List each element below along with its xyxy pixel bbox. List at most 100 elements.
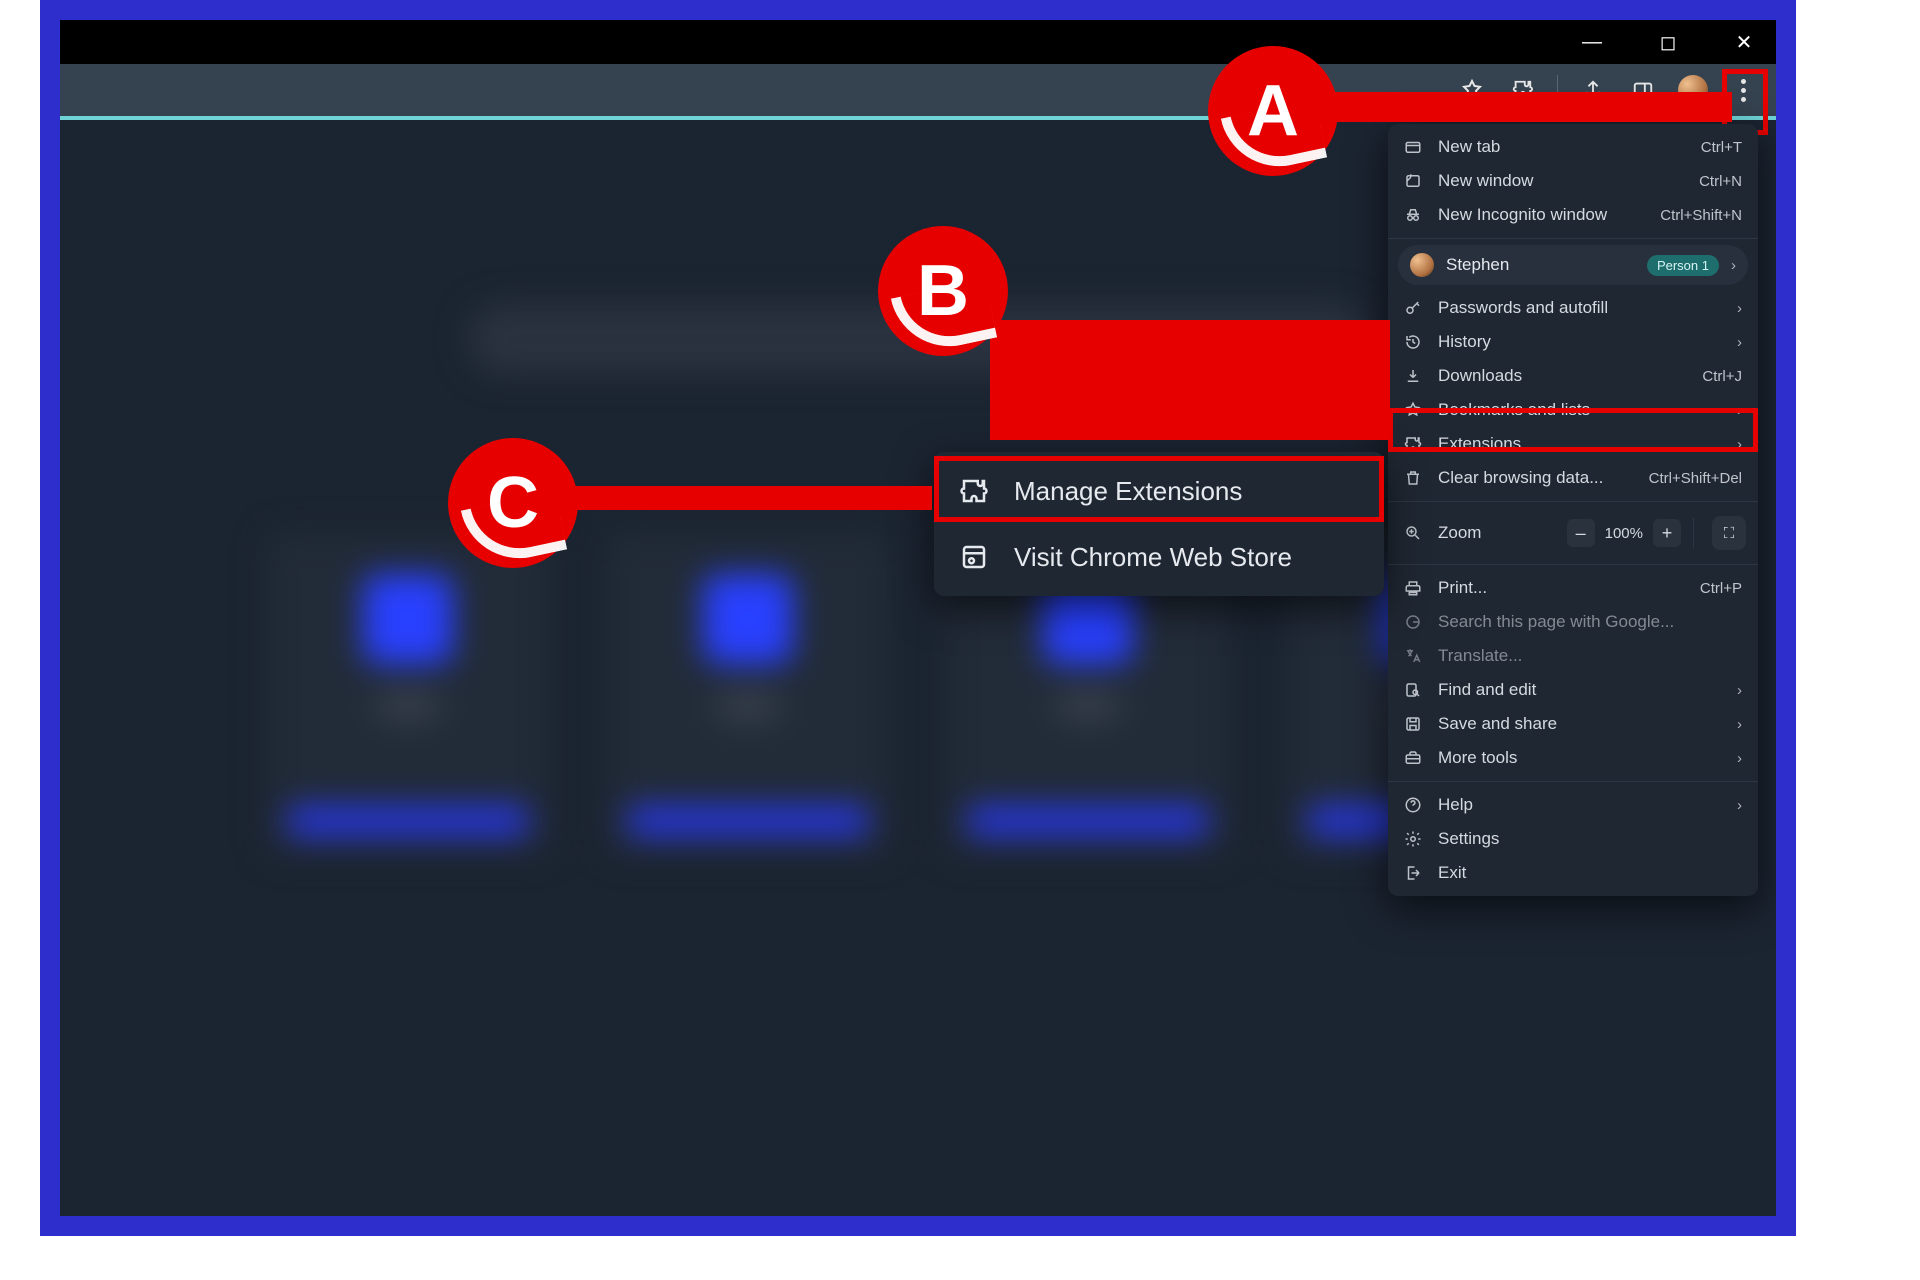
help-icon	[1402, 794, 1424, 816]
submenu-web-store[interactable]: Visit Chrome Web Store	[934, 524, 1384, 590]
key-icon	[1402, 297, 1424, 319]
callout-marker-b: B	[878, 226, 1008, 356]
menu-shortcut: Ctrl+Shift+N	[1660, 207, 1742, 224]
find-icon	[1402, 679, 1424, 701]
menu-separator	[1388, 501, 1758, 502]
menu-shortcut: Ctrl+N	[1699, 173, 1742, 190]
zoom-in-button[interactable]: +	[1653, 519, 1681, 547]
menu-label: Bookmarks and lists	[1438, 400, 1723, 420]
menu-label: Settings	[1438, 829, 1742, 849]
history-icon	[1402, 331, 1424, 353]
fullscreen-button[interactable]	[1712, 516, 1746, 550]
menu-item-passwords[interactable]: Passwords and autofill ›	[1388, 291, 1758, 325]
window-maximize-button[interactable]: ◻	[1648, 30, 1688, 55]
zoom-out-button[interactable]: –	[1567, 519, 1595, 547]
menu-separator	[1388, 238, 1758, 239]
menu-item-bookmarks[interactable]: Bookmarks and lists ›	[1388, 393, 1758, 427]
download-icon	[1402, 365, 1424, 387]
callout-a-pointer	[1332, 92, 1732, 122]
callout-marker-c: C	[448, 438, 578, 568]
avatar-icon	[1410, 253, 1434, 277]
chevron-right-icon: ›	[1737, 402, 1742, 419]
menu-item-downloads[interactable]: Downloads Ctrl+J	[1388, 359, 1758, 393]
menu-label: Translate...	[1438, 646, 1742, 666]
webstore-icon	[958, 541, 990, 573]
submenu-label: Visit Chrome Web Store	[1014, 542, 1292, 573]
window-minimize-button[interactable]: —	[1572, 31, 1612, 54]
menu-zoom-row: Zoom – 100% +	[1388, 508, 1758, 558]
extensions-submenu: Manage Extensions Visit Chrome Web Store	[934, 452, 1384, 596]
menu-item-history[interactable]: History ›	[1388, 325, 1758, 359]
chevron-right-icon: ›	[1737, 334, 1742, 351]
incognito-icon	[1402, 204, 1424, 226]
google-icon	[1402, 611, 1424, 633]
menu-label: Clear browsing data...	[1438, 468, 1635, 488]
menu-item-save-share[interactable]: Save and share ›	[1388, 707, 1758, 741]
tab-icon	[1402, 136, 1424, 158]
zoom-icon	[1402, 522, 1424, 544]
gear-icon	[1402, 828, 1424, 850]
submenu-manage-extensions[interactable]: Manage Extensions	[934, 458, 1384, 524]
menu-label: Extensions	[1438, 434, 1723, 454]
chevron-right-icon: ›	[1737, 797, 1742, 814]
zoom-separator	[1693, 518, 1694, 548]
trash-icon	[1402, 467, 1424, 489]
menu-label: History	[1438, 332, 1723, 352]
menu-label: Help	[1438, 795, 1723, 815]
callout-c-pointer	[572, 486, 932, 510]
menu-item-print[interactable]: Print... Ctrl+P	[1388, 571, 1758, 605]
menu-label: Search this page with Google...	[1438, 612, 1742, 632]
profile-badge: Person 1	[1647, 255, 1719, 276]
menu-item-new-window[interactable]: New window Ctrl+N	[1388, 164, 1758, 198]
menu-item-extensions[interactable]: Extensions ›	[1388, 427, 1758, 461]
star-icon	[1402, 399, 1424, 421]
tutorial-frame: — ◻ ✕	[40, 0, 1796, 1236]
menu-label: More tools	[1438, 748, 1723, 768]
callout-b-pointer	[990, 320, 1390, 440]
translate-icon	[1402, 645, 1424, 667]
menu-item-translate[interactable]: Translate...	[1388, 639, 1758, 673]
menu-profile-row[interactable]: Stephen Person 1 ›	[1398, 245, 1748, 285]
menu-item-find[interactable]: Find and edit ›	[1388, 673, 1758, 707]
menu-item-more-tools[interactable]: More tools ›	[1388, 741, 1758, 775]
menu-item-exit[interactable]: Exit	[1388, 856, 1758, 890]
chevron-right-icon: ›	[1737, 682, 1742, 699]
window-titlebar: — ◻ ✕	[60, 20, 1776, 64]
callout-marker-a: A	[1208, 46, 1338, 176]
menu-label: New tab	[1438, 137, 1687, 157]
menu-shortcut: Ctrl+T	[1701, 139, 1742, 156]
menu-item-new-tab[interactable]: New tab Ctrl+T	[1388, 130, 1758, 164]
menu-shortcut: Ctrl+Shift+Del	[1649, 470, 1742, 487]
menu-item-search-google[interactable]: Search this page with Google...	[1388, 605, 1758, 639]
chevron-right-icon: ›	[1737, 436, 1742, 453]
callout-letter: A	[1247, 70, 1299, 152]
more-menu-button[interactable]	[1728, 74, 1758, 106]
print-icon	[1402, 577, 1424, 599]
zoom-value: 100%	[1605, 525, 1643, 542]
menu-item-help[interactable]: Help ›	[1388, 788, 1758, 822]
menu-label: Passwords and autofill	[1438, 298, 1723, 318]
menu-label: Save and share	[1438, 714, 1723, 734]
callout-letter: B	[917, 250, 969, 332]
save-icon	[1402, 713, 1424, 735]
menu-separator	[1388, 564, 1758, 565]
menu-item-clear-data[interactable]: Clear browsing data... Ctrl+Shift+Del	[1388, 461, 1758, 495]
menu-label: Find and edit	[1438, 680, 1723, 700]
menu-shortcut: Ctrl+J	[1702, 368, 1742, 385]
chevron-right-icon: ›	[1731, 257, 1736, 274]
exit-icon	[1402, 862, 1424, 884]
chevron-right-icon: ›	[1737, 300, 1742, 317]
menu-shortcut: Ctrl+P	[1700, 580, 1742, 597]
menu-label: Exit	[1438, 863, 1742, 883]
window-icon	[1402, 170, 1424, 192]
menu-item-settings[interactable]: Settings	[1388, 822, 1758, 856]
window-close-button[interactable]: ✕	[1724, 30, 1764, 55]
puzzle-icon	[1402, 433, 1424, 455]
menu-label: New window	[1438, 171, 1685, 191]
menu-label: Print...	[1438, 578, 1686, 598]
menu-separator	[1388, 781, 1758, 782]
menu-item-incognito[interactable]: New Incognito window Ctrl+Shift+N	[1388, 198, 1758, 232]
callout-letter: C	[487, 462, 539, 544]
chevron-right-icon: ›	[1737, 716, 1742, 733]
menu-label: Downloads	[1438, 366, 1688, 386]
